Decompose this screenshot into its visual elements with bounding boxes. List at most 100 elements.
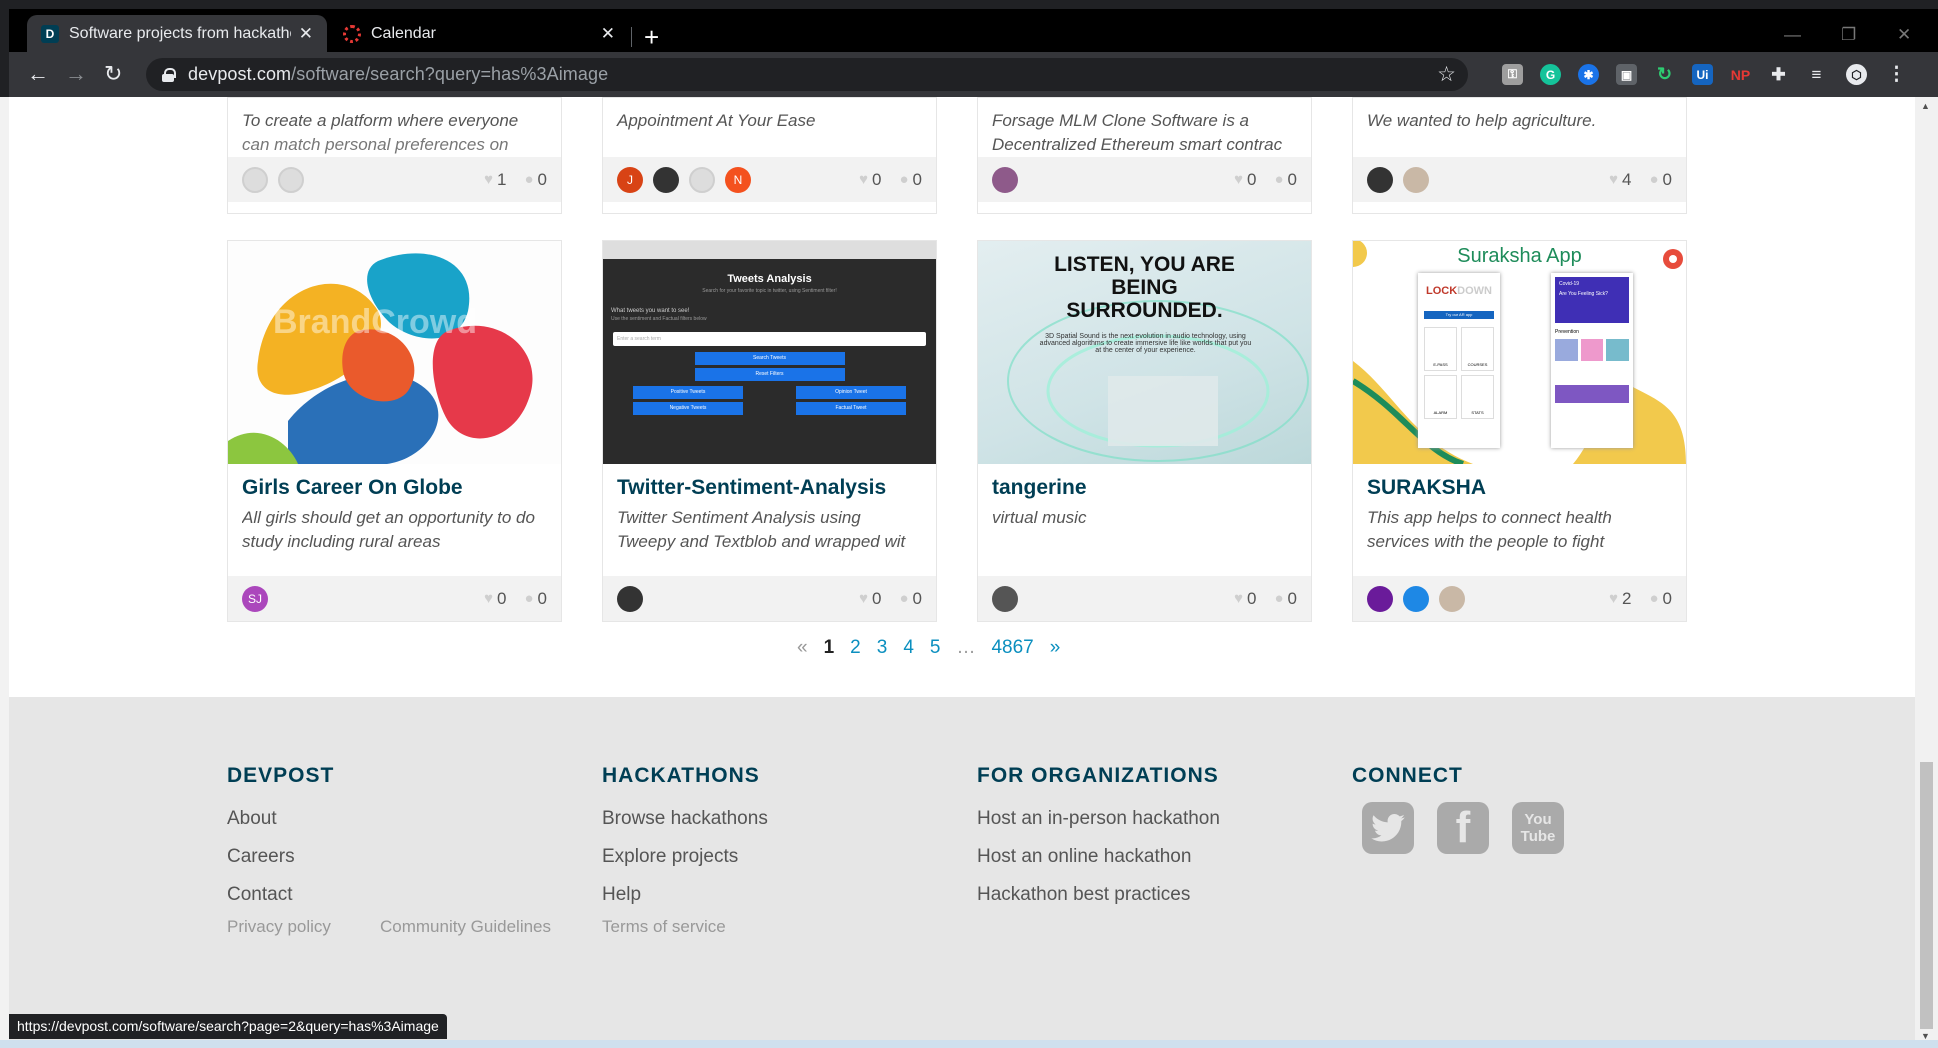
project-card[interactable]: We wanted to help agriculture. ♥ 4 ● 0: [1352, 97, 1687, 214]
extension-blue-icon[interactable]: ✱: [1578, 64, 1599, 85]
avatar[interactable]: N: [725, 166, 751, 193]
pagination-page[interactable]: 4867: [991, 637, 1033, 659]
project-title[interactable]: Twitter-Sentiment-Analysis: [617, 476, 922, 500]
project-title[interactable]: tangerine: [992, 476, 1297, 500]
extension-screen-icon[interactable]: ▣: [1616, 64, 1637, 85]
scrollbar-thumb[interactable]: [1920, 762, 1933, 1029]
minimize-icon[interactable]: —: [1784, 25, 1801, 45]
project-card[interactable]: BrandCrowd Girls Career On Globe All gir…: [227, 240, 562, 622]
footer-link-explore-projects[interactable]: Explore projects: [602, 838, 768, 876]
likes-count: 1: [497, 169, 507, 189]
pagination-page[interactable]: 2: [850, 637, 861, 659]
extension-grey-icon[interactable]: ⚿: [1502, 64, 1523, 85]
netflix-party-icon[interactable]: NP: [1730, 64, 1751, 85]
restore-icon[interactable]: ❐: [1841, 25, 1856, 45]
avatar[interactable]: [1403, 585, 1429, 612]
comments-count: 0: [912, 169, 922, 189]
pagination-page[interactable]: 1: [824, 637, 835, 659]
lock-icon[interactable]: [162, 67, 176, 82]
image-body-text: 3D Spatial Sound is the next evolution i…: [1039, 333, 1252, 354]
pagination-prev[interactable]: «: [797, 637, 808, 659]
screenshot-search-field: Enter a search term: [613, 332, 926, 346]
project-card[interactable]: LISTEN, YOU ARE BEING SURROUNDED. 3D Spa…: [977, 240, 1312, 622]
close-tab-icon[interactable]: ✕: [299, 24, 313, 44]
pagination-page[interactable]: 5: [930, 637, 941, 659]
avatar[interactable]: [1439, 585, 1465, 612]
card-tagline: To create a platform where everyone can m…: [242, 111, 519, 154]
reading-list-icon[interactable]: ≡: [1806, 64, 1827, 85]
pagination-next[interactable]: »: [1050, 637, 1061, 659]
scroll-up-arrow-icon[interactable]: ▲: [1921, 101, 1930, 111]
avatar[interactable]: [617, 585, 643, 612]
project-thumbnail[interactable]: Suraksha App LOCKDOWN Try our AR app E-P…: [1353, 241, 1686, 464]
avatar[interactable]: [1367, 585, 1393, 612]
vertical-scrollbar[interactable]: ▲ ▼: [1915, 97, 1938, 1048]
menu-kebab-icon[interactable]: ⋮: [1886, 64, 1907, 85]
address-bar[interactable]: devpost.com/software/search?query=has%3A…: [146, 58, 1468, 91]
close-tab-icon[interactable]: ✕: [601, 24, 615, 44]
comment-icon: ●: [1274, 171, 1284, 188]
tab-devpost[interactable]: D Software projects from hackathons ✕: [27, 15, 327, 53]
project-thumbnail[interactable]: BrandCrowd: [228, 241, 561, 464]
avatar[interactable]: [992, 166, 1018, 193]
footer-link-privacy[interactable]: Privacy policy: [227, 917, 331, 937]
new-tab-plus-icon[interactable]: +: [644, 24, 659, 50]
pagination-page[interactable]: 3: [877, 637, 888, 659]
footer-link-community-guidelines[interactable]: Community Guidelines: [380, 917, 551, 937]
comments-count: 0: [537, 169, 547, 189]
extensions-puzzle-icon[interactable]: ✚: [1768, 64, 1789, 85]
project-thumbnail[interactable]: Tweets Analysis Search for your favorite…: [603, 241, 936, 464]
project-title[interactable]: Girls Career On Globe: [242, 476, 547, 500]
avatar[interactable]: SJ: [242, 585, 268, 612]
reload-icon[interactable]: ↻: [104, 61, 122, 87]
footer-link-careers[interactable]: Careers: [227, 838, 334, 876]
avatar[interactable]: J: [617, 166, 643, 193]
twitter-icon[interactable]: [1362, 802, 1414, 854]
card-footer: J N ♥ 0 ● 0: [603, 157, 936, 202]
footer-link-help[interactable]: Help: [602, 876, 768, 914]
pagination-page[interactable]: 4: [903, 637, 914, 659]
facebook-icon[interactable]: f: [1437, 802, 1489, 854]
project-card[interactable]: To create a platform where everyone can m…: [227, 97, 562, 214]
avatar[interactable]: [653, 166, 679, 193]
footer-link-contact[interactable]: Contact: [227, 876, 334, 914]
avatar[interactable]: [689, 166, 715, 193]
forward-arrow-icon[interactable]: →: [65, 61, 87, 87]
avatar[interactable]: [1367, 166, 1393, 193]
footer-link-best-practices[interactable]: Hackathon best practices: [977, 876, 1220, 914]
footer-link-online[interactable]: Host an online hackathon: [977, 838, 1220, 876]
footer-heading: DEVPOST: [227, 764, 335, 787]
heart-icon: ♥: [1609, 590, 1618, 607]
footer-column-organizations: FOR ORGANIZATIONS Host an in-person hack…: [977, 764, 1220, 914]
project-card[interactable]: Forsage MLM Clone Software is a Decentral…: [977, 97, 1312, 214]
avatar[interactable]: [992, 585, 1018, 612]
footer-link-browse-hackathons[interactable]: Browse hackathons: [602, 800, 768, 838]
footer-link-terms[interactable]: Terms of service: [602, 917, 726, 937]
uipath-icon[interactable]: Ui: [1692, 64, 1713, 85]
footer-link-in-person[interactable]: Host an in-person hackathon: [977, 800, 1220, 838]
likes-count: 2: [1622, 588, 1632, 608]
bookmark-star-icon[interactable]: ☆: [1437, 62, 1456, 87]
avatar[interactable]: [242, 166, 268, 193]
project-card[interactable]: Suraksha App LOCKDOWN Try our AR app E-P…: [1352, 240, 1687, 622]
card-tagline: Appointment At Your Ease: [617, 111, 816, 130]
grammarly-icon[interactable]: G: [1540, 64, 1561, 85]
avatar[interactable]: [278, 166, 304, 193]
card-body: SURAKSHA This app helps to connect healt…: [1353, 464, 1686, 576]
likes-count: 0: [872, 588, 882, 608]
project-card[interactable]: Appointment At Your Ease J N ♥ 0 ● 0: [602, 97, 937, 214]
calendar-favicon-icon: [343, 25, 361, 43]
comment-icon: ●: [524, 590, 534, 607]
card-footer: ♥ 2 ● 0: [1353, 576, 1686, 621]
project-card[interactable]: Tweets Analysis Search for your favorite…: [602, 240, 937, 622]
avatar[interactable]: [1403, 166, 1429, 193]
profile-avatar-icon[interactable]: ⬡: [1846, 64, 1867, 85]
back-arrow-icon[interactable]: ←: [27, 61, 49, 87]
window-close-icon[interactable]: ✕: [1897, 25, 1911, 45]
project-thumbnail[interactable]: LISTEN, YOU ARE BEING SURROUNDED. 3D Spa…: [978, 241, 1311, 464]
extension-sync-icon[interactable]: ↻: [1654, 64, 1675, 85]
footer-link-about[interactable]: About: [227, 800, 334, 838]
tab-calendar[interactable]: Calendar ✕: [329, 15, 629, 53]
project-title[interactable]: SURAKSHA: [1367, 476, 1672, 500]
youtube-icon[interactable]: You Tube: [1512, 802, 1564, 854]
